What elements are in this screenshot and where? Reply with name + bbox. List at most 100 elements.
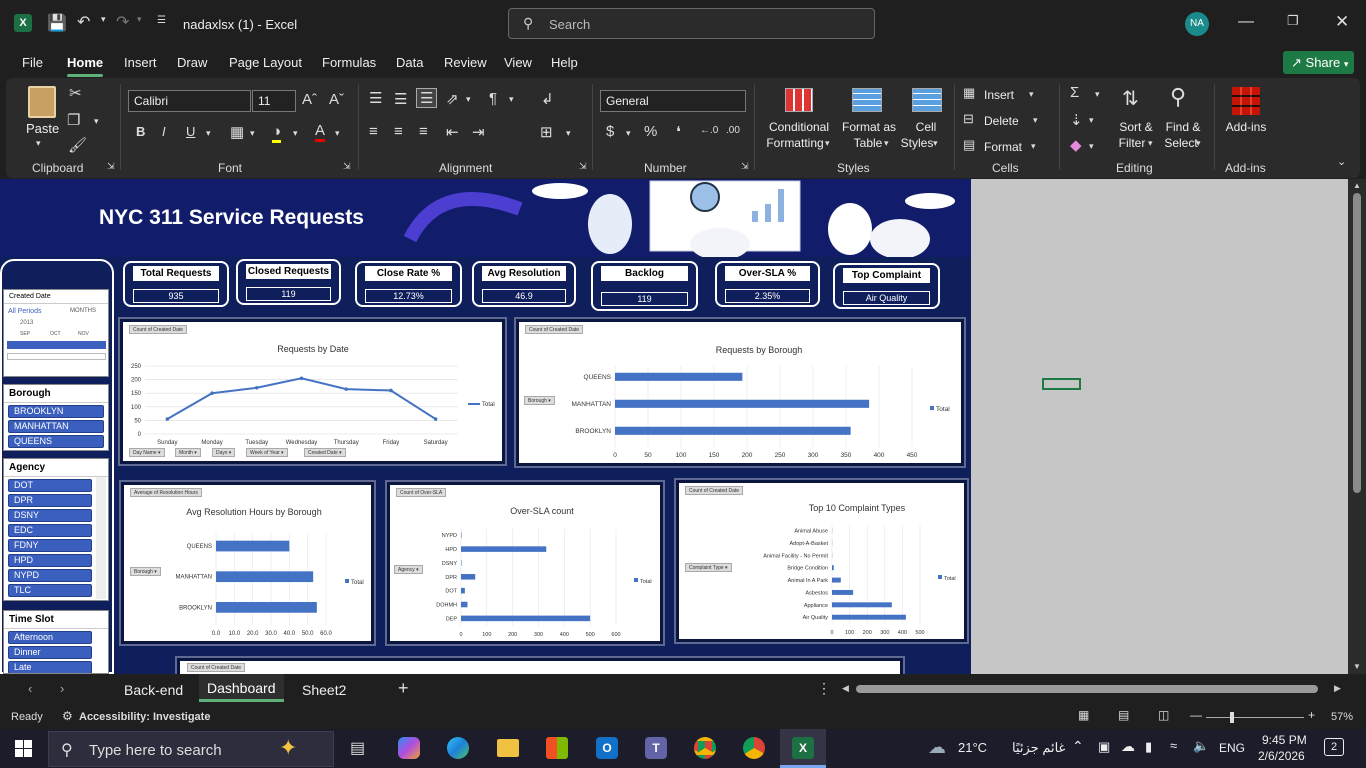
axis-field-button[interactable]: Week of Year ▾ xyxy=(246,448,288,457)
slicer-item-tlc[interactable]: TLC xyxy=(8,584,92,597)
chart-requests-by-borough[interactable]: Requests by Borough 0 50 100 150 200 250 300 350… xyxy=(516,319,964,466)
chart-top-10-complaint-types[interactable]: Top 10 Complaint Types 0 100 200 300 400 500 An… xyxy=(676,480,967,642)
copilot-icon[interactable] xyxy=(398,737,420,759)
paste-button[interactable]: Paste xyxy=(26,121,59,136)
slicer-borough[interactable]: Borough BROOKLYN MANHATTAN QUEENS xyxy=(3,384,109,451)
align-top-icon[interactable]: ☰ xyxy=(369,89,382,107)
axis-field-button[interactable]: Day Name ▾ xyxy=(129,448,165,457)
number-format-select[interactable]: General xyxy=(600,90,746,112)
axis-field-button[interactable]: Borough ▾ xyxy=(130,567,161,576)
orientation-dropdown-icon[interactable]: ▾ xyxy=(466,94,471,105)
tab-insert[interactable]: Insert xyxy=(124,55,157,70)
fill-color-icon[interactable]: ◑ xyxy=(272,123,282,143)
find-select-label-1[interactable]: Find & xyxy=(1163,120,1203,134)
delete-cells-button[interactable]: Delete xyxy=(984,114,1019,128)
rtl-dropdown-icon[interactable]: ▾ xyxy=(509,94,514,105)
conditional-formatting-label-1[interactable]: Conditional xyxy=(767,120,831,134)
decrease-indent-icon[interactable]: ⇤ xyxy=(446,123,459,141)
worksheet-grid[interactable]: NYC 311 Service Requests Total Requests 9… xyxy=(0,179,1348,674)
selected-cell[interactable] xyxy=(1042,378,1081,390)
battery-icon[interactable]: ▮ xyxy=(1145,739,1152,755)
cell-styles-label-1[interactable]: Cell xyxy=(911,120,941,134)
outlook-icon[interactable]: O xyxy=(596,737,618,759)
weather-icon[interactable]: ☁ xyxy=(928,737,946,758)
wrap-text-icon[interactable]: ↲ xyxy=(541,90,554,108)
autosum-icon[interactable]: Σ xyxy=(1070,84,1079,101)
decrease-font-icon[interactable]: Aˇ xyxy=(329,91,344,108)
chart-avg-resolution-by-borough[interactable]: Avg Resolution Hours by Borough 0.0 10.0 20… xyxy=(121,482,374,644)
tab-data[interactable]: Data xyxy=(396,55,423,70)
timeline-bar[interactable] xyxy=(7,341,106,349)
collapse-ribbon-icon[interactable]: ⌄ xyxy=(1337,155,1346,168)
align-right-icon[interactable]: ≡ xyxy=(419,123,428,140)
merge-dropdown-icon[interactable]: ▾ xyxy=(566,128,571,139)
format-cells-icon[interactable]: ▤ xyxy=(963,137,975,153)
italic-icon[interactable]: I xyxy=(162,124,166,139)
axis-field-button[interactable]: Agency ▾ xyxy=(394,565,423,574)
chart-requests-by-date[interactable]: Requests by Date 0 50 100 150 200 250 Sunday Mon… xyxy=(120,319,505,464)
slicer-scrollbar[interactable] xyxy=(96,477,106,599)
align-left-icon[interactable]: ≡ xyxy=(369,123,378,140)
borders-dropdown-icon[interactable]: ▾ xyxy=(250,128,255,139)
scroll-up-icon[interactable]: ▲ xyxy=(1353,181,1361,190)
copy-dropdown-icon[interactable]: ▾ xyxy=(94,116,99,127)
fill-icon[interactable]: ⇣ xyxy=(1070,111,1083,129)
tab-page-layout[interactable]: Page Layout xyxy=(229,55,302,70)
font-color-dropdown-icon[interactable]: ▾ xyxy=(335,128,340,139)
page-break-view-icon[interactable]: ◫ xyxy=(1158,708,1169,722)
tab-help[interactable]: Help xyxy=(551,55,578,70)
chart-over-sla-count[interactable]: Over-SLA count 0 100 200 300 400 500 600 NYPD HPD… xyxy=(387,482,663,644)
slicer-item-dot[interactable]: DOT xyxy=(8,479,92,492)
teams-icon[interactable]: T xyxy=(645,737,667,759)
orientation-icon[interactable]: ⇗ xyxy=(446,90,459,108)
sheet-tab-sheet2[interactable]: Sheet2 xyxy=(302,682,346,698)
onedrive-icon[interactable]: ☁ xyxy=(1121,738,1135,755)
edge-icon[interactable] xyxy=(447,737,469,759)
format-cells-button[interactable]: Format xyxy=(984,140,1022,154)
conditional-formatting-label-2[interactable]: Formatting xyxy=(765,136,825,150)
rtl-icon[interactable]: ¶ xyxy=(489,90,497,107)
cell-styles-dropdown-icon[interactable]: ▾ xyxy=(933,138,938,149)
clear-icon[interactable]: ◆ xyxy=(1070,136,1082,154)
delete-cells-icon[interactable]: ⊟ xyxy=(963,111,974,127)
paste-icon[interactable] xyxy=(28,86,56,118)
increase-decimal-icon[interactable]: ←.0 xyxy=(700,125,718,136)
sheet-tab-dashboard[interactable]: Dashboard xyxy=(199,674,284,702)
underline-icon[interactable]: U xyxy=(186,124,195,139)
zoom-slider[interactable] xyxy=(1206,717,1304,718)
slicer-item-dinner[interactable]: Dinner xyxy=(8,646,92,659)
paste-dropdown-icon[interactable]: ▾ xyxy=(36,138,41,149)
zoom-slider-thumb[interactable] xyxy=(1230,712,1234,723)
undo-dropdown-icon[interactable]: ▾ xyxy=(101,14,106,25)
delete-dropdown-icon[interactable]: ▾ xyxy=(1033,115,1038,126)
cell-styles-icon[interactable] xyxy=(912,88,942,112)
currency-dropdown-icon[interactable]: ▾ xyxy=(626,128,631,139)
clock-date[interactable]: 2/6/2026 xyxy=(1258,749,1305,763)
font-launcher-icon[interactable]: ⇲ xyxy=(343,161,351,172)
add-ins-button[interactable]: Add-ins xyxy=(1218,120,1274,134)
microsoft-store-icon[interactable] xyxy=(546,737,568,759)
underline-dropdown-icon[interactable]: ▾ xyxy=(206,128,211,139)
sort-filter-dropdown-icon[interactable]: ▾ xyxy=(1148,138,1153,149)
slicer-item-hpd[interactable]: HPD xyxy=(8,554,92,567)
sort-filter-icon[interactable]: ⇅ xyxy=(1122,86,1139,111)
zoom-out-icon[interactable]: — xyxy=(1190,708,1202,722)
copy-icon[interactable]: ❐ xyxy=(67,111,80,129)
clock-time[interactable]: 9:45 PM xyxy=(1262,733,1307,747)
format-as-table-dropdown-icon[interactable]: ▾ xyxy=(884,138,889,149)
find-select-dropdown-icon[interactable]: ▾ xyxy=(1196,138,1201,149)
comma-icon[interactable]: ❛ xyxy=(676,123,681,141)
slicer-item-edc[interactable]: EDC xyxy=(8,524,92,537)
format-as-table-label-2[interactable]: Table xyxy=(852,136,884,150)
redo-dropdown-icon[interactable]: ▾ xyxy=(137,14,142,25)
align-center-icon[interactable]: ≡ xyxy=(394,123,403,140)
prev-sheet-icon[interactable]: ‹ xyxy=(28,681,32,696)
customize-toolbar-icon[interactable]: ☰ xyxy=(157,15,166,26)
insert-cells-icon[interactable]: ▦ xyxy=(963,85,975,101)
merge-center-icon[interactable]: ⊞ xyxy=(540,123,553,141)
tab-review[interactable]: Review xyxy=(444,55,487,70)
slicer-item-dpr[interactable]: DPR xyxy=(8,494,92,507)
tab-file[interactable]: File xyxy=(22,55,43,70)
weather-temp[interactable]: 21°C xyxy=(958,740,987,755)
insert-cells-button[interactable]: Insert xyxy=(984,88,1014,102)
